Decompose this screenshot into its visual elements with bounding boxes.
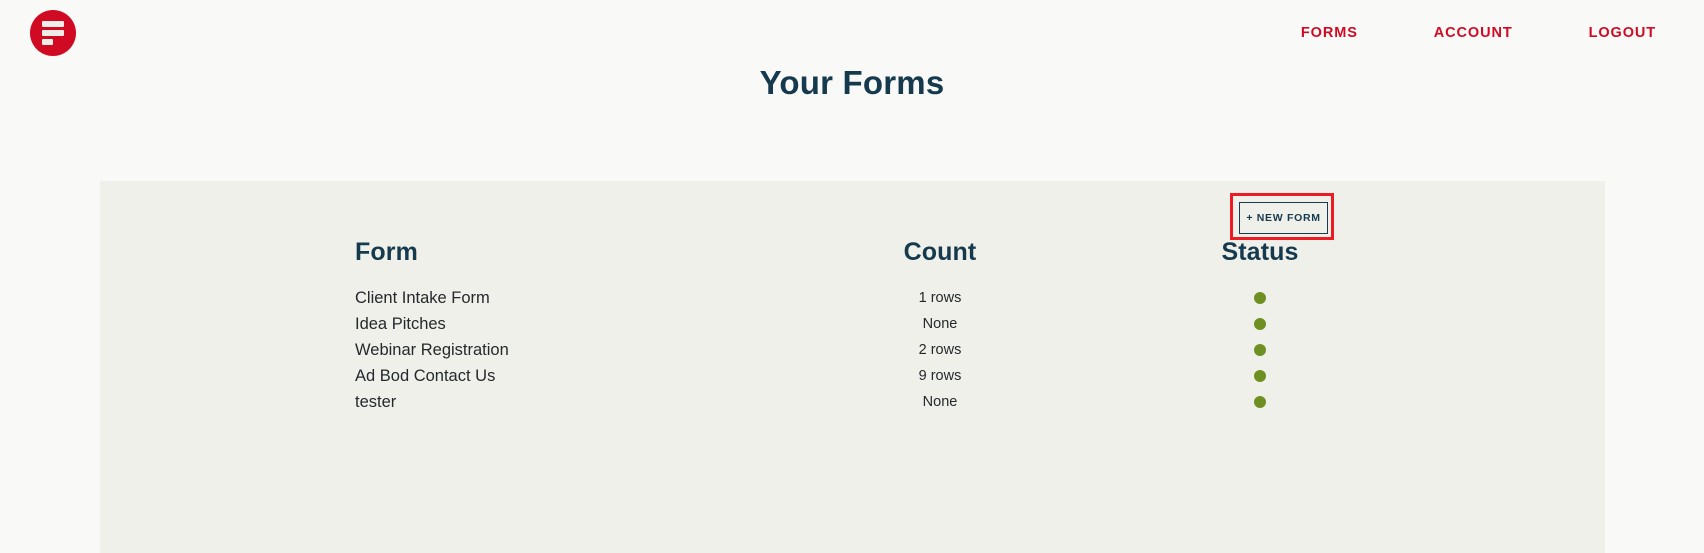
form-status-cell	[1135, 285, 1385, 311]
status-dot-icon	[1254, 344, 1266, 357]
form-count-cell: 2 rows	[918, 342, 962, 358]
status-dot-icon	[1254, 292, 1266, 305]
form-name-cell[interactable]: tester	[355, 389, 745, 415]
nav-link-forms[interactable]: FORMS	[1287, 19, 1372, 47]
form-name-cell[interactable]: Idea Pitches	[355, 311, 745, 337]
table-row[interactable]: Idea Pitches None	[355, 311, 1385, 337]
nav-link-logout[interactable]: LOGOUT	[1575, 19, 1670, 47]
form-status-cell	[1135, 363, 1385, 389]
table-row[interactable]: tester None	[355, 389, 1385, 415]
form-status-cell	[1135, 337, 1385, 363]
form-name-cell[interactable]: Ad Bod Contact Us	[355, 363, 745, 389]
status-dot-icon	[1254, 318, 1266, 331]
main-nav: FORMS ACCOUNT LOGOUT	[1287, 19, 1670, 47]
nav-link-account[interactable]: ACCOUNT	[1420, 19, 1527, 47]
form-count-cell: 9 rows	[918, 368, 962, 384]
table-row[interactable]: Client Intake Form 1 rows	[355, 285, 1385, 311]
column-header-form: Form	[355, 238, 418, 266]
logo-bar-bottom	[42, 38, 53, 45]
form-count-cell: 1 rows	[918, 290, 962, 306]
forms-card: + NEW FORM Form Count Status Client Inta…	[100, 181, 1605, 553]
new-form-highlight-annotation: + NEW FORM	[1230, 193, 1334, 240]
forms-table-head: Form Count Status	[355, 238, 1385, 285]
form-name-cell[interactable]: Webinar Registration	[355, 337, 745, 363]
form-count-cell: None	[922, 394, 958, 410]
forms-table-body: Client Intake Form 1 rows Idea Pitches None…	[355, 285, 1385, 415]
form-count-cell: None	[922, 316, 958, 332]
top-navigation-bar: FORMS ACCOUNT LOGOUT	[0, 0, 1704, 65]
form-status-cell	[1135, 311, 1385, 337]
column-header-count: Count	[903, 238, 977, 266]
logo-bar-middle	[42, 29, 64, 36]
column-header-status: Status	[1221, 238, 1299, 266]
table-row[interactable]: Ad Bod Contact Us 9 rows	[355, 363, 1385, 389]
form-name-cell[interactable]: Client Intake Form	[355, 285, 745, 311]
page-title: Your Forms	[759, 64, 945, 101]
new-form-button[interactable]: + NEW FORM	[1239, 202, 1328, 234]
logo-bar-top	[42, 20, 64, 27]
status-dot-icon	[1254, 370, 1266, 383]
status-dot-icon	[1254, 396, 1266, 409]
form-status-cell	[1135, 389, 1385, 415]
table-row[interactable]: Webinar Registration 2 rows	[355, 337, 1385, 363]
forms-logo-icon[interactable]	[30, 9, 76, 56]
table-header-row: Form Count Status	[355, 238, 1385, 285]
forms-table: Form Count Status Client Intake Form 1 ro…	[355, 238, 1385, 415]
